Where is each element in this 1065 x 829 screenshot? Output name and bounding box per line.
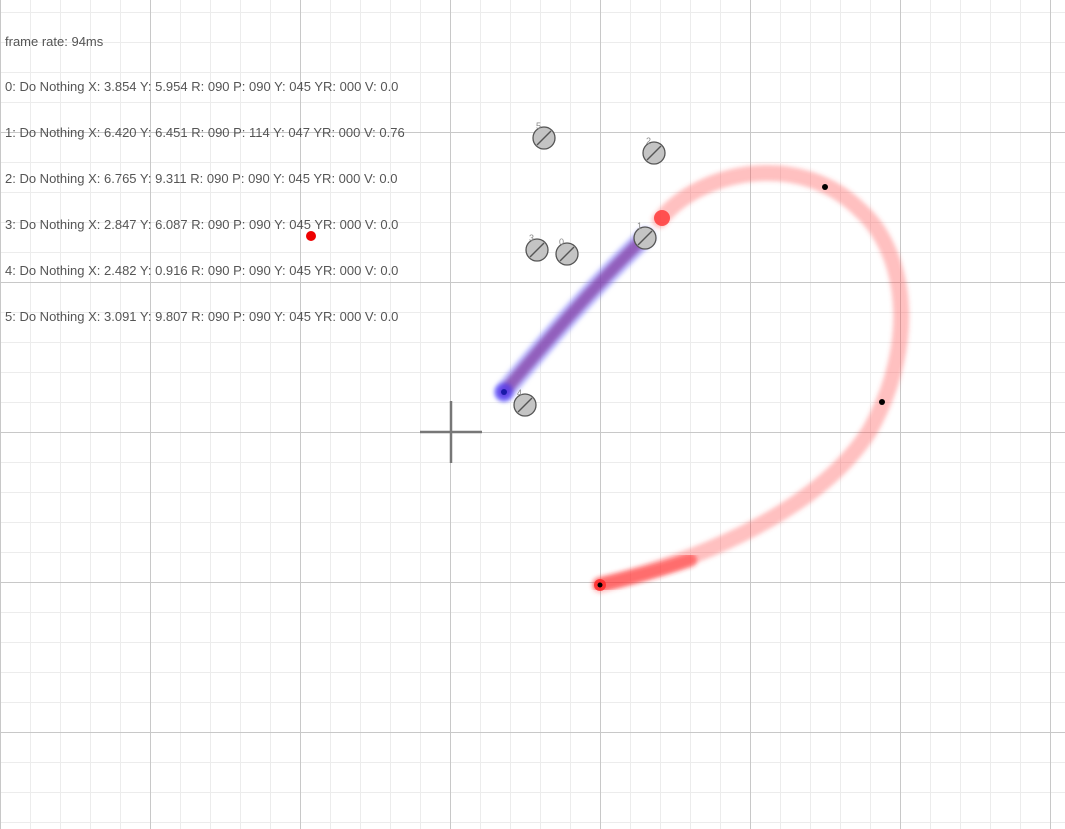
waypoint-marker[interactable] <box>822 184 828 190</box>
planned-path-start-glow <box>593 553 697 592</box>
flown-path-head-core <box>501 389 507 395</box>
drone-status-row: 3: Do Nothing X: 2.847 Y: 6.087 R: 090 P… <box>5 217 399 233</box>
path-head-dot <box>654 210 670 226</box>
drone-3[interactable]: 3 <box>525 233 549 262</box>
drone-status-row: 2: Do Nothing X: 6.765 Y: 9.311 R: 090 P… <box>5 171 398 187</box>
drone-label: 5 <box>536 121 541 131</box>
drone-0[interactable]: 0 <box>555 237 579 266</box>
drone-4[interactable]: 4 <box>513 388 537 417</box>
drone-1[interactable]: 1 <box>633 221 657 250</box>
crosshair-icon <box>420 401 482 463</box>
drone-label: 0 <box>559 237 564 247</box>
waypoint-marker[interactable] <box>879 399 885 405</box>
drone-status-row: 5: Do Nothing X: 3.091 Y: 9.807 R: 090 P… <box>5 308 399 324</box>
drone-label: 2 <box>646 136 651 146</box>
waypoint-marker[interactable] <box>597 582 603 588</box>
drone-status-row: 0: Do Nothing X: 3.854 Y: 5.954 R: 090 P… <box>5 79 399 95</box>
drone-label: 1 <box>637 221 642 231</box>
drone-label: 3 <box>529 233 534 243</box>
drone-status-row: 4: Do Nothing X: 2.482 Y: 0.916 R: 090 P… <box>5 263 399 279</box>
telemetry-hud: frame rate: 94ms 0: Do Nothing X: 3.854 … <box>5 3 405 340</box>
drone-5[interactable]: 5 <box>532 121 556 150</box>
frame-rate-label: frame rate: 94ms <box>5 33 104 49</box>
drone-status-row: 1: Do Nothing X: 6.420 Y: 6.451 R: 090 P… <box>5 125 405 141</box>
drone-2[interactable]: 2 <box>642 136 666 165</box>
drone-label: 4 <box>517 388 522 398</box>
